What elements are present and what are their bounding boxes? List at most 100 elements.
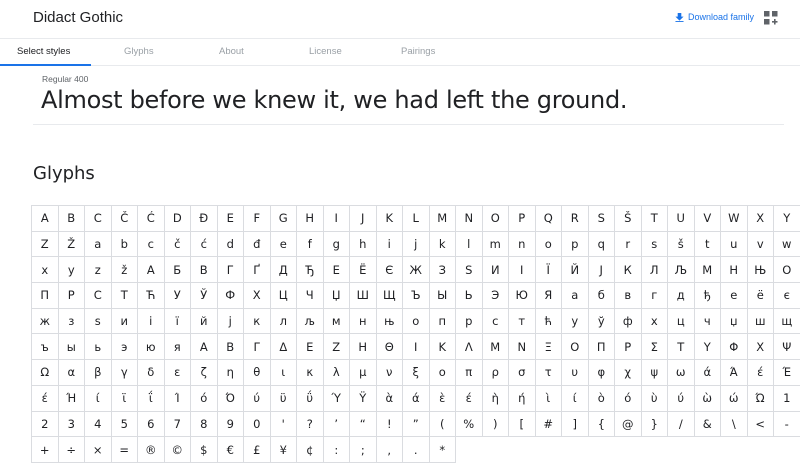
glyph-cell[interactable]: л <box>270 308 297 335</box>
glyph-cell[interactable]: Ύ <box>323 385 350 412</box>
glyph-cell[interactable]: Ν <box>509 334 536 361</box>
glyph-cell[interactable]: ѕ <box>85 308 112 335</box>
glyph-cell[interactable]: U <box>668 206 695 232</box>
glyph-cell[interactable]: Ά <box>721 360 748 386</box>
glyph-cell[interactable]: I <box>323 206 350 232</box>
glyph-cell[interactable]: έ <box>747 360 774 386</box>
glyph-cell[interactable]: ύ <box>668 385 695 412</box>
glyph-cell[interactable]: ю <box>138 334 165 361</box>
glyph-cell[interactable]: Τ <box>668 334 695 361</box>
glyph-cell[interactable]: Ρ <box>615 334 642 361</box>
glyph-cell[interactable]: ό <box>615 385 642 412</box>
glyph-cell[interactable]: ϊ <box>111 385 138 412</box>
glyph-cell[interactable]: λ <box>323 360 350 386</box>
glyph-cell[interactable]: Р <box>58 283 85 309</box>
glyph-cell[interactable]: Χ <box>747 334 774 361</box>
glyph-cell[interactable]: И <box>482 257 509 284</box>
glyph-cell[interactable]: Ћ <box>138 283 165 309</box>
glyph-cell[interactable]: ψ <box>641 360 668 386</box>
glyph-cell[interactable]: a <box>85 231 112 258</box>
glyph-cell[interactable]: € <box>217 437 244 463</box>
glyph-cell[interactable]: + <box>32 437 59 463</box>
glyph-cell[interactable]: б <box>588 283 615 309</box>
glyph-cell[interactable]: Ί <box>164 385 191 412</box>
glyph-cell[interactable]: @ <box>615 411 642 438</box>
glyph-cell[interactable]: т <box>509 308 536 335</box>
glyph-cell[interactable]: S <box>588 206 615 232</box>
glyph-cell[interactable]: В <box>191 257 218 284</box>
glyph-cell[interactable]: ( <box>429 411 456 438</box>
glyph-cell[interactable]: O <box>482 206 509 232</box>
glyph-cell[interactable]: Ї <box>535 257 562 284</box>
glyph-cell[interactable]: Θ <box>376 334 403 361</box>
glyph-cell[interactable]: ь <box>85 334 112 361</box>
glyph-cell[interactable]: ὼ <box>694 385 721 412</box>
glyph-cell[interactable]: Ь <box>456 283 483 309</box>
glyph-cell[interactable]: υ <box>562 360 589 386</box>
glyph-cell[interactable]: ћ <box>535 308 562 335</box>
glyph-cell[interactable]: c <box>138 231 165 258</box>
glyph-cell[interactable]: Д <box>270 257 297 284</box>
glyph-cell[interactable]: Š <box>615 206 642 232</box>
glyph-cell[interactable]: ш <box>747 308 774 335</box>
glyph-cell[interactable]: Њ <box>747 257 774 284</box>
glyph-cell[interactable]: K <box>376 206 403 232</box>
glyph-cell[interactable]: д <box>668 283 695 309</box>
glyph-cell[interactable]: X <box>747 206 774 232</box>
glyph-cell[interactable]: τ <box>535 360 562 386</box>
glyph-cell[interactable]: Φ <box>721 334 748 361</box>
glyph-cell[interactable]: d <box>217 231 244 258</box>
glyph-cell[interactable]: Λ <box>456 334 483 361</box>
glyph-cell[interactable]: г <box>641 283 668 309</box>
glyph-cell[interactable]: в <box>615 283 642 309</box>
glyph-cell[interactable]: Ѕ <box>456 257 483 284</box>
glyph-cell[interactable]: Ω <box>32 360 59 386</box>
glyph-cell[interactable]: 9 <box>217 411 244 438</box>
glyph-cell[interactable]: Ϋ <box>350 385 377 412</box>
glyph-cell[interactable]: ζ <box>191 360 218 386</box>
tab-license[interactable]: License <box>309 46 342 57</box>
glyph-cell[interactable]: Е <box>323 257 350 284</box>
glyph-cell[interactable]: ё <box>747 283 774 309</box>
glyph-cell[interactable]: Η <box>350 334 377 361</box>
glyph-cell[interactable]: π <box>456 360 483 386</box>
glyph-cell[interactable]: j <box>403 231 430 258</box>
glyph-cell[interactable]: Ю <box>509 283 536 309</box>
tab-about[interactable]: About <box>219 46 244 57</box>
glyph-cell[interactable]: Б <box>164 257 191 284</box>
glyph-cell[interactable]: Α <box>191 334 218 361</box>
glyph-cell[interactable]: ) <box>482 411 509 438</box>
glyph-cell[interactable]: E <box>217 206 244 232</box>
glyph-cell[interactable]: ὰ <box>376 385 403 412</box>
glyph-cell[interactable]: Đ <box>191 206 218 232</box>
glyph-cell[interactable]: ί <box>85 385 112 412</box>
glyph-cell[interactable]: Ы <box>429 283 456 309</box>
glyph-cell[interactable]: ξ <box>403 360 430 386</box>
glyph-cell[interactable]: m <box>482 231 509 258</box>
glyph-cell[interactable]: } <box>641 411 668 438</box>
glyph-cell[interactable]: ὺ <box>641 385 668 412</box>
glyph-cell[interactable]: * <box>429 437 456 463</box>
glyph-cell[interactable]: ύ <box>244 385 271 412</box>
glyph-cell[interactable]: Γ <box>244 334 271 361</box>
glyph-cell[interactable]: Ў <box>191 283 218 309</box>
glyph-cell[interactable]: Ц <box>270 283 297 309</box>
glyph-cell[interactable]: ъ <box>32 334 59 361</box>
glyph-cell[interactable]: ό <box>191 385 218 412</box>
glyph-cell[interactable]: { <box>588 411 615 438</box>
glyph-cell[interactable]: J <box>350 206 377 232</box>
glyph-cell[interactable]: 4 <box>85 411 112 438</box>
glyph-cell[interactable]: о <box>403 308 430 335</box>
glyph-cell[interactable]: ; <box>350 437 377 463</box>
tab-select-styles[interactable]: Select styles <box>17 46 70 57</box>
glyph-cell[interactable]: ї <box>164 308 191 335</box>
glyph-cell[interactable]: є <box>774 283 800 309</box>
glyph-cell[interactable]: ! <box>376 411 403 438</box>
glyph-cell[interactable]: ’ <box>323 411 350 438</box>
glyph-cell[interactable]: ά <box>403 385 430 412</box>
glyph-cell[interactable]: l <box>456 231 483 258</box>
glyph-cell[interactable]: Ґ <box>244 257 271 284</box>
glyph-cell[interactable]: - <box>774 411 800 438</box>
glyph-cell[interactable]: . <box>403 437 430 463</box>
glyph-cell[interactable]: % <box>456 411 483 438</box>
